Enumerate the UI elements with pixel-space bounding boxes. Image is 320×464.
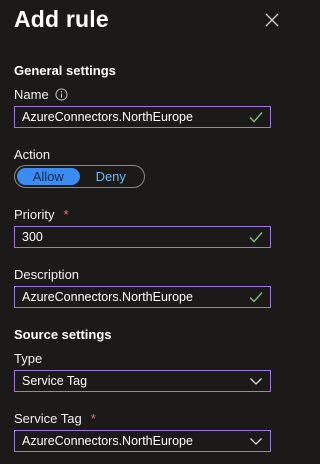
action-allow-option[interactable]: Allow <box>17 168 80 185</box>
required-marker: * <box>90 411 96 426</box>
service-tag-dropdown[interactable]: AzureConnectors.NorthEurope <box>14 430 271 452</box>
valid-check-icon <box>249 292 263 303</box>
description-field[interactable]: AzureConnectors.NorthEurope <box>14 286 271 308</box>
description-field-value: AzureConnectors.NorthEurope <box>22 290 193 304</box>
info-icon[interactable] <box>55 88 68 101</box>
service-tag-label-row: Service Tag * <box>14 411 96 426</box>
action-toggle[interactable]: Allow Deny <box>14 165 145 188</box>
priority-field[interactable]: 300 <box>14 226 271 248</box>
service-tag-label: Service Tag <box>14 411 82 426</box>
name-field[interactable]: AzureConnectors.NorthEurope <box>14 106 271 128</box>
name-label-row: Name <box>14 87 68 102</box>
chevron-down-icon <box>250 438 262 445</box>
type-dropdown-value: Service Tag <box>22 374 88 388</box>
panel-title: Add rule <box>14 6 109 32</box>
action-deny-option[interactable]: Deny <box>80 168 143 185</box>
priority-label: Priority <box>14 207 55 222</box>
service-tag-dropdown-value: AzureConnectors.NorthEurope <box>22 434 193 448</box>
close-icon[interactable] <box>264 12 280 28</box>
source-settings-heading: Source settings <box>14 327 112 342</box>
priority-label-row: Priority * <box>14 207 69 222</box>
type-label: Type <box>14 351 43 366</box>
description-label: Description <box>14 267 80 282</box>
valid-check-icon <box>249 232 263 243</box>
general-settings-heading: General settings <box>14 63 116 78</box>
action-label: Action <box>14 147 51 162</box>
name-field-value: AzureConnectors.NorthEurope <box>22 110 193 124</box>
priority-field-value: 300 <box>22 230 43 244</box>
add-rule-panel: Add rule General settings Name AzureConn… <box>0 0 290 464</box>
valid-check-icon <box>249 112 263 123</box>
required-marker: * <box>63 207 69 222</box>
type-dropdown[interactable]: Service Tag <box>14 370 271 392</box>
chevron-down-icon <box>250 378 262 385</box>
name-label: Name <box>14 87 49 102</box>
